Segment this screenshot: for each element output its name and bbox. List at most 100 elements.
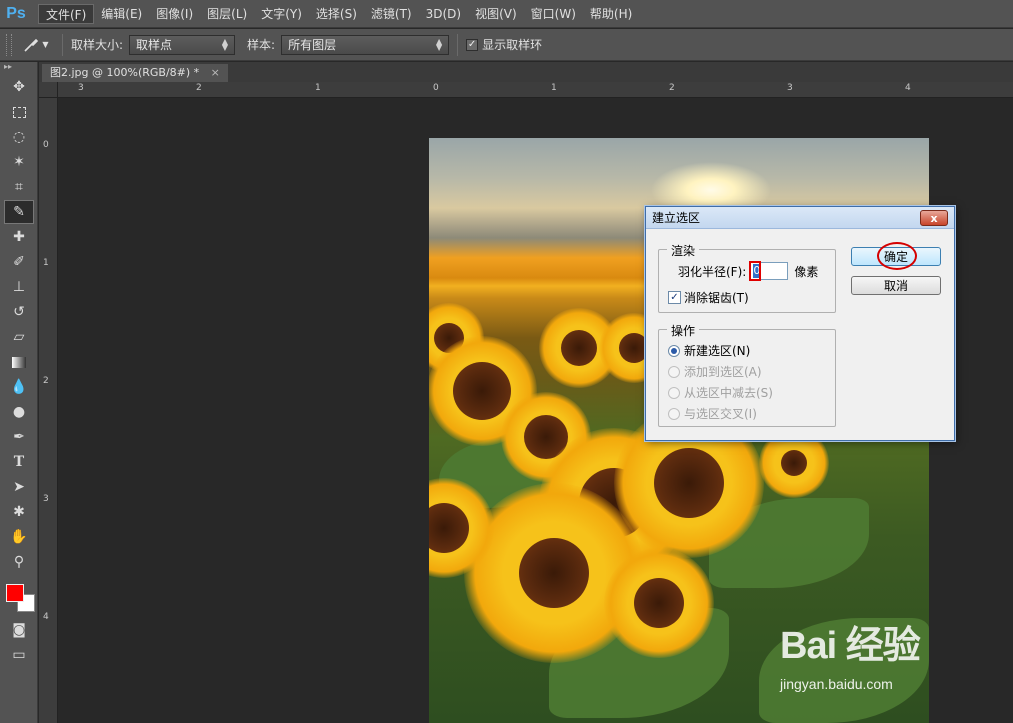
cancel-button[interactable]: 取消: [851, 276, 941, 295]
vertical-ruler[interactable]: 0 1 2 3 4: [39, 98, 58, 723]
antialias-label: 消除锯齿(T): [684, 291, 749, 305]
separator: [62, 33, 63, 56]
sunflower-center: [561, 330, 597, 366]
menu-layer[interactable]: 图层(L): [200, 4, 254, 24]
gradient-icon: [12, 356, 26, 368]
quick-mask-button[interactable]: ◙: [4, 618, 34, 642]
close-icon[interactable]: ×: [211, 66, 220, 79]
ruler-label: 2: [196, 83, 202, 93]
eyedropper-icon: ✎: [13, 204, 25, 220]
gradient-tool[interactable]: [4, 350, 34, 374]
close-icon[interactable]: x: [920, 210, 948, 226]
sample-select[interactable]: 所有图层 ▲ ▼: [281, 34, 450, 55]
document-tab-title: 图2.jpg @ 100%(RGB/8#) *: [50, 66, 200, 79]
operation-option: 从选区中减去(S): [668, 384, 773, 401]
new-selection-radio[interactable]: [668, 344, 680, 357]
marquee-tool[interactable]: [4, 100, 34, 124]
blur-tool[interactable]: 💧: [4, 375, 34, 399]
options-grip[interactable]: [6, 33, 12, 56]
crop-tool[interactable]: ⌗: [4, 175, 34, 199]
ruler-label: 3: [787, 83, 793, 93]
sample-size-value: 取样点: [136, 38, 173, 52]
operation-option[interactable]: 新建选区(N): [668, 342, 750, 359]
ruler-label: 1: [315, 83, 321, 93]
ruler-label: 0: [43, 140, 49, 150]
eyedropper-tool[interactable]: ✎: [4, 200, 34, 224]
ruler-label: 4: [43, 612, 49, 622]
pen-icon: ✒: [13, 429, 25, 445]
highlight-ellipse: [877, 242, 917, 270]
hand-icon: ✋: [10, 529, 28, 545]
panel-collapse-icon[interactable]: ▸▸: [0, 62, 37, 74]
feather-label: 羽化半径(F):: [678, 264, 747, 279]
magic-wand-icon: ✶: [13, 154, 25, 170]
stamp-tool[interactable]: ⊥: [4, 275, 34, 299]
menu-help[interactable]: 帮助(H): [583, 4, 639, 24]
foreground-color-swatch[interactable]: [6, 584, 24, 602]
feather-row: 羽化半径(F): 0 像素: [678, 261, 819, 281]
menu-file[interactable]: 文件(F): [38, 3, 95, 24]
make-selection-dialog: 建立选区 x 渲染 羽化半径(F): 0 像素 ✓ 消除锯齿(T) 操作 新建选…: [645, 206, 955, 441]
sunflower-center: [453, 362, 511, 420]
screen-mode-button[interactable]: ▭: [4, 643, 34, 667]
separator: [457, 33, 459, 56]
document-tab-bar: 图2.jpg @ 100%(RGB/8#) * ×: [39, 62, 1013, 82]
horizontal-ruler[interactable]: 3 2 1 0 1 2 3 4: [58, 82, 1013, 98]
photoshop-logo[interactable]: Ps: [0, 0, 32, 28]
ruler-label: 1: [43, 258, 49, 268]
move-tool[interactable]: ✥: [4, 75, 34, 99]
lasso-tool[interactable]: ◌: [4, 125, 34, 149]
dialog-titlebar[interactable]: 建立选区 x: [646, 207, 954, 229]
sample-size-select[interactable]: 取样点 ▲ ▼: [129, 34, 236, 55]
ok-button[interactable]: 确定: [851, 242, 941, 270]
shape-icon: ✱: [13, 504, 25, 520]
ruler-label: 0: [433, 83, 439, 93]
history-brush-tool[interactable]: ↺: [4, 300, 34, 324]
menu-filter[interactable]: 滤镜(T): [364, 4, 419, 24]
lasso-icon: ◌: [12, 129, 26, 145]
sunflower-center: [781, 450, 807, 476]
menu-edit[interactable]: 编辑(E): [94, 4, 149, 24]
magic-wand-tool[interactable]: ✶: [4, 150, 34, 174]
show-ring-checkbox[interactable]: ✓: [466, 38, 479, 51]
baidu-logo: Bai 经验: [780, 625, 921, 667]
feather-unit: 像素: [794, 264, 819, 279]
type-tool[interactable]: T: [4, 450, 34, 474]
healing-tool[interactable]: ✚: [4, 225, 34, 249]
document-tab[interactable]: 图2.jpg @ 100%(RGB/8#) * ×: [42, 64, 228, 82]
options-bar: ▼ 取样大小: 取样点 ▲ ▼ 样本: 所有图层 ▲ ▼ ✓ 显示取样环: [0, 29, 1013, 61]
antialias-row: ✓ 消除锯齿(T): [668, 289, 749, 306]
dodge-tool[interactable]: ●: [4, 400, 34, 424]
antialias-checkbox[interactable]: ✓: [668, 291, 681, 304]
marquee-icon: [12, 106, 26, 118]
brush-tool[interactable]: ✐: [4, 250, 34, 274]
operation-label: 与选区交叉(I): [684, 407, 757, 421]
watermark-url: jingyan.baidu.com: [780, 676, 893, 692]
pen-tool[interactable]: ✒: [4, 425, 34, 449]
tool-panel: ▸▸ ✥ ◌ ✶ ⌗ ✎ ✚ ✐ ⊥ ↺ ▱ 💧 ● ✒ T ➤ ✱ ✋ ⚲ ◙…: [0, 62, 38, 723]
tool-preset-picker[interactable]: ▼: [18, 33, 54, 57]
updown-arrows-icon: ▲ ▼: [435, 36, 443, 52]
menu-view[interactable]: 视图(V): [468, 4, 524, 24]
move-icon: ✥: [13, 79, 25, 95]
ruler-label: 2: [43, 376, 49, 386]
hand-tool[interactable]: ✋: [4, 525, 34, 549]
menu-select[interactable]: 选择(S): [309, 4, 364, 24]
zoom-icon: ⚲: [13, 554, 25, 570]
menu-window[interactable]: 窗口(W): [524, 4, 583, 24]
menu-type[interactable]: 文字(Y): [254, 4, 309, 24]
shape-tool[interactable]: ✱: [4, 500, 34, 524]
ruler-label: 3: [43, 494, 49, 504]
dodge-icon: ●: [12, 404, 26, 420]
show-ring-label: 显示取样环: [482, 38, 543, 52]
feather-radius-input[interactable]: 0: [749, 261, 789, 281]
operation-group-label: 操作: [667, 322, 700, 339]
subtract-from-selection-radio: [668, 386, 680, 399]
menu-image[interactable]: 图像(I): [149, 4, 200, 24]
eraser-tool[interactable]: ▱: [4, 325, 34, 349]
history-brush-icon: ↺: [13, 304, 25, 320]
zoom-tool[interactable]: ⚲: [4, 550, 34, 574]
path-select-tool[interactable]: ➤: [4, 475, 34, 499]
ruler-origin[interactable]: [39, 82, 58, 98]
menu-3d[interactable]: 3D(D): [419, 4, 468, 24]
